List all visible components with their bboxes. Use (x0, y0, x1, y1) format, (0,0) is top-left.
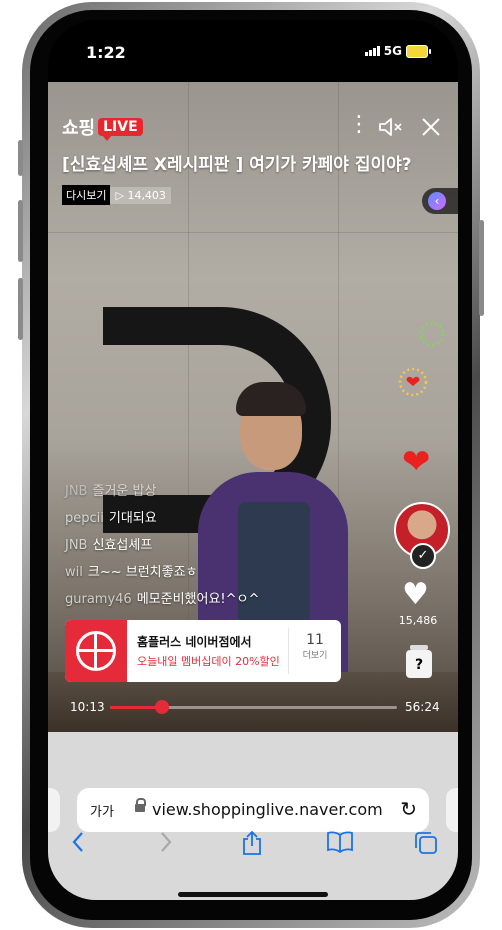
replay-info: 다시보기 ▷ 14,403 (62, 185, 171, 205)
view-count: ▷ 14,403 (110, 186, 171, 204)
phone-screen: 1:22 5G 쇼핑 LIVE ⋮ [신효섭셰프 X레시피판] 여기가 카페야… (48, 20, 458, 900)
status-indicators: 5G (364, 44, 431, 58)
safari-bottom-bar: 가가 view.shoppinglive.naver.com ↻ (48, 732, 458, 900)
brand-text: 쇼핑 (62, 118, 96, 139)
question-icon[interactable]: ? (406, 645, 432, 678)
total-time: 56:24 (405, 700, 440, 714)
chat-list: JNB 즐거운 밥상 pepcii 기대되요 JNB 신효섭셰프 wil 크~~ 브런치… (65, 480, 285, 615)
live-header: 쇼핑 LIVE ⋮ (62, 114, 444, 144)
product-card[interactable]: 홈플러스 네이버점에서 오늘내일 멤버십데이 20%할인 11 더보기 (65, 620, 341, 682)
shopping-live-logo[interactable]: 쇼핑 LIVE (62, 114, 143, 141)
chat-message: guramy46 메모준비했어요!^ㅇ^ (65, 592, 260, 607)
power-button (479, 220, 484, 316)
notch (143, 20, 363, 58)
homeplus-logo-icon (65, 620, 127, 682)
text-size-button[interactable]: 가가 (90, 801, 114, 820)
prev-tab-peek[interactable] (48, 788, 60, 832)
product-promo: 오늘내일 멤버십데이 20%할인 (137, 655, 280, 668)
like-count: 15,486 (398, 614, 438, 627)
close-icon[interactable] (420, 116, 442, 143)
floating-heart-icon: ❤ (402, 442, 431, 482)
progress-track[interactable] (110, 700, 397, 714)
chevron-left-icon: ‹ (428, 192, 446, 210)
safari-toolbar (48, 830, 458, 870)
like-heart-icon[interactable]: ♥ (402, 580, 429, 610)
tabs-icon[interactable] (413, 830, 439, 862)
battery-charging-icon (406, 44, 431, 58)
product-more-label: 더보기 (302, 651, 328, 661)
next-tab-peek[interactable] (446, 788, 458, 832)
reload-icon[interactable]: ↻ (400, 797, 417, 821)
address-bar[interactable]: 가가 view.shoppinglive.naver.com ↻ (77, 788, 429, 832)
broadcast-title: [신효섭셰프 X레시피판 ] 여기가 카페야 집이야? (62, 155, 412, 175)
current-time: 10:13 (70, 700, 105, 714)
more-vertical-icon[interactable]: ⋮ (348, 114, 370, 136)
host-hair (236, 382, 306, 416)
silent-switch (18, 140, 23, 176)
home-indicator (178, 892, 328, 897)
product-name: 홈플러스 네이버점에서 (137, 635, 252, 649)
speaker-muted-icon[interactable] (378, 116, 404, 143)
product-more-button[interactable]: 11 더보기 (288, 628, 341, 674)
signal-icon (364, 46, 380, 56)
chat-message: JNB 신효섭셰프 (65, 538, 153, 553)
sparkle-ring-green-icon (419, 321, 445, 347)
progress-knob[interactable] (154, 700, 169, 714)
side-panel-toggle[interactable]: ‹ (422, 188, 458, 214)
volume-up-button (18, 200, 23, 262)
volume-down-button (18, 278, 23, 340)
lock-icon (135, 798, 146, 813)
bookmarks-icon[interactable] (326, 830, 354, 860)
product-more-count: 11 (306, 632, 324, 648)
status-bar: 1:22 5G (48, 20, 458, 82)
back-icon[interactable] (70, 830, 86, 860)
network-type: 5G (383, 44, 402, 58)
chat-message: wil 크~~ 브런치좋죠ㅎ (65, 565, 198, 580)
status-time: 1:22 (86, 43, 126, 62)
share-icon[interactable] (241, 830, 263, 862)
sparkle-ring-heart-icon (398, 367, 428, 397)
follow-check-icon[interactable]: ✓ (410, 543, 436, 569)
chat-message: pepcii 기대되요 (65, 511, 157, 526)
url-text[interactable]: view.shoppinglive.naver.com (152, 800, 383, 819)
chat-message: JNB 즐거운 밥상 (65, 484, 157, 499)
forward-icon[interactable] (158, 830, 174, 860)
live-badge: LIVE (98, 118, 143, 141)
replay-label: 다시보기 (62, 185, 111, 205)
